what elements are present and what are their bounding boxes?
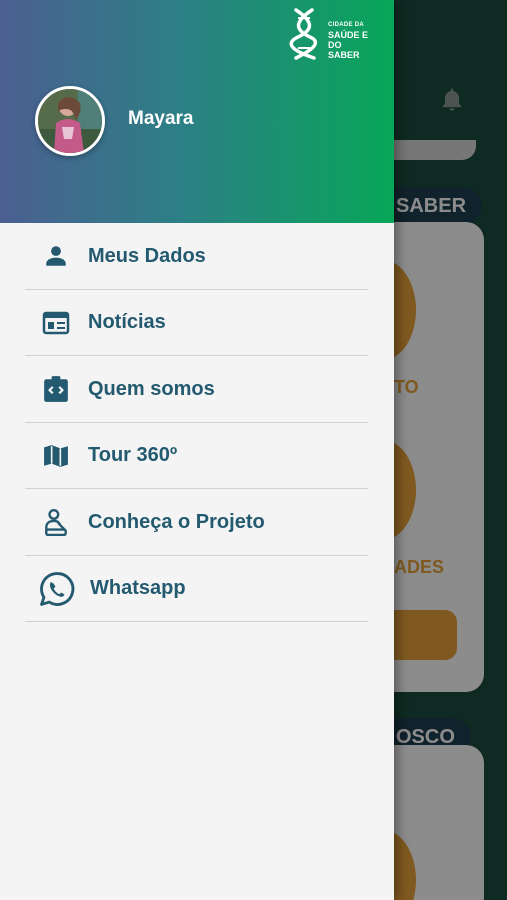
drawer-header: CIDADE DA SAÚDE E DO SABER Mayara bbox=[0, 0, 394, 223]
navigation-drawer: CIDADE DA SAÚDE E DO SABER Mayara Meus D… bbox=[0, 0, 394, 900]
menu-item-label: Tour 360º bbox=[88, 444, 178, 467]
app-logo: CIDADE DA SAÚDE E DO SABER bbox=[288, 8, 372, 60]
menu-item-label: Quem somos bbox=[88, 377, 215, 400]
avatar[interactable] bbox=[35, 86, 105, 156]
menu-item-label: Conheça o Projeto bbox=[88, 510, 265, 533]
map-icon bbox=[42, 442, 70, 470]
user-photo bbox=[38, 89, 102, 153]
menu-item-noticias[interactable]: Notícias bbox=[0, 290, 394, 356]
menu-item-label: Whatsapp bbox=[90, 577, 186, 600]
menu-item-tour-360[interactable]: Tour 360º bbox=[0, 423, 394, 489]
menu-item-meus-dados[interactable]: Meus Dados bbox=[0, 223, 394, 290]
divider bbox=[25, 621, 368, 622]
code-badge-icon bbox=[42, 375, 70, 403]
menu-item-whatsapp[interactable]: Whatsapp bbox=[0, 556, 394, 622]
menu-item-label: Meus Dados bbox=[88, 244, 206, 267]
menu-item-conheca-o-projeto[interactable]: Conheça o Projeto bbox=[0, 489, 394, 556]
whatsapp-icon bbox=[38, 570, 76, 608]
menu-item-quem-somos[interactable]: Quem somos bbox=[0, 356, 394, 423]
logo-text: CIDADE DA SAÚDE E DO SABER bbox=[328, 22, 369, 60]
dna-logo-icon bbox=[289, 8, 318, 60]
newspaper-icon bbox=[42, 309, 70, 337]
person-icon bbox=[42, 242, 70, 270]
menu-item-label: Notícias bbox=[88, 311, 166, 334]
presenter-icon bbox=[42, 508, 70, 537]
drawer-menu: Meus Dados Notícias Quem somos Tour 360º bbox=[0, 223, 394, 622]
user-name: Mayara bbox=[128, 108, 194, 129]
